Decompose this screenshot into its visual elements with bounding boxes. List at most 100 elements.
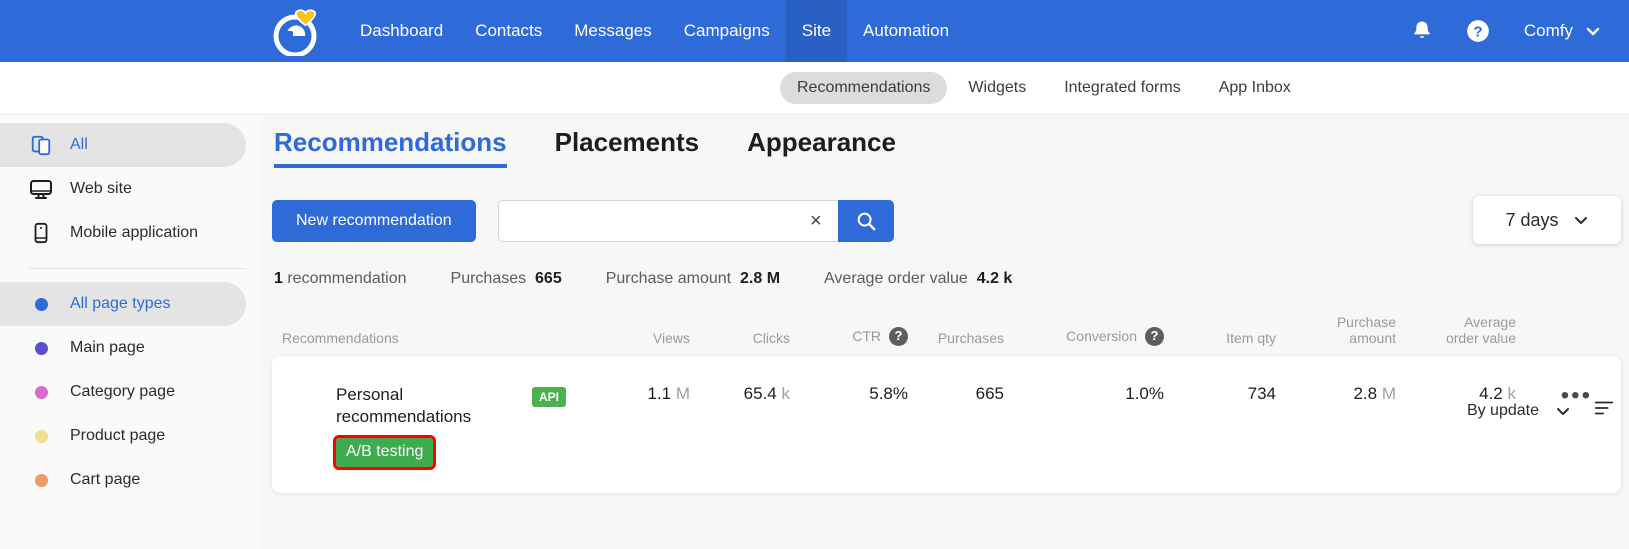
nav-link-contacts[interactable]: Contacts: [459, 0, 558, 62]
sort-by-label: By update: [1466, 401, 1539, 419]
help-icon[interactable]: ?: [1145, 327, 1164, 346]
subnav-item-app-inbox[interactable]: App Inbox: [1202, 72, 1308, 104]
column-header-purchases: Purchases: [937, 329, 1004, 346]
tab-bar: Recommendations Placements Appearance: [272, 115, 1629, 168]
new-recommendation-button[interactable]: New recommendation: [272, 200, 476, 242]
stat-purchase-amount: Purchase amount 2.8 M: [606, 270, 780, 288]
sidebar-item-label: Product page: [70, 427, 166, 444]
top-nav-right-group: ? Comfy: [1394, 0, 1629, 62]
tab-recommendations[interactable]: Recommendations: [274, 127, 507, 168]
nav-link-site[interactable]: Site: [785, 0, 848, 62]
tab-appearance[interactable]: Appearance: [747, 127, 896, 168]
row-purchase-amount-cell: 2.8 M: [1276, 382, 1396, 404]
date-range-select[interactable]: 7 days: [1473, 196, 1621, 244]
search-input[interactable]: [508, 212, 804, 230]
esputnik-logo[interactable]: [268, 6, 332, 58]
chevron-down-icon: [1574, 217, 1587, 224]
subnav-item-integrated-forms[interactable]: Integrated forms: [1047, 72, 1198, 104]
stat-label: Average order value: [824, 270, 968, 287]
tab-placements[interactable]: Placements: [555, 127, 700, 168]
toolbar: New recommendation × 7 days: [272, 168, 1629, 244]
row-name-cell: Personal recommendations A/B testing: [282, 382, 532, 470]
search-button[interactable]: [837, 200, 894, 242]
svg-text:?: ?: [1473, 23, 1482, 40]
date-range-label: 7 days: [1505, 209, 1559, 230]
tab-label: Appearance: [747, 127, 896, 157]
sidebar-item-product-page[interactable]: Product page: [0, 414, 246, 458]
views-value: 1.1: [647, 384, 672, 403]
page-type-dot-icon: [28, 385, 54, 399]
sidebar-item-web-site[interactable]: Web site: [0, 167, 246, 211]
sidebar-item-all-page-types[interactable]: All page types: [0, 282, 246, 326]
stat-purchases: Purchases 665: [451, 270, 562, 288]
stat-count-label: recommendation: [282, 270, 407, 287]
subnav-label: Widgets: [968, 79, 1027, 96]
row-ctr-cell: 5.8%: [869, 384, 908, 403]
stats-summary: 1 recommendation Purchases 665 Purchase …: [272, 242, 1629, 288]
nav-label: Site: [801, 21, 832, 40]
page-type-dot-icon: [28, 341, 54, 355]
subnav-item-recommendations[interactable]: Recommendations: [780, 72, 948, 104]
nav-link-messages[interactable]: Messages: [558, 0, 667, 62]
sidebar-item-mobile-application[interactable]: Mobile application: [0, 211, 246, 255]
stat-count-number: 1: [274, 270, 283, 287]
monitor-icon: [28, 177, 54, 201]
help-icon[interactable]: ?: [889, 327, 908, 346]
sort-controls: By update: [1467, 397, 1615, 424]
api-badge: API: [532, 387, 567, 407]
sub-navigation-bar: Recommendations Widgets Integrated forms…: [0, 62, 1629, 115]
tab-label: Placements: [554, 127, 700, 157]
close-icon[interactable]: ×: [804, 211, 828, 231]
table-header-row: Recommendations Views Clicks CTR ? Purch…: [272, 310, 1621, 356]
column-header-purchase-amount: Purchase amount: [1336, 313, 1396, 346]
row-item-qty-cell: 734: [1247, 384, 1276, 403]
user-menu[interactable]: Comfy: [1506, 0, 1629, 62]
subnav-item-widgets[interactable]: Widgets: [951, 72, 1043, 104]
nav-label: Messages: [574, 21, 652, 40]
row-purchases-cell: 665: [975, 384, 1004, 403]
row-api-badge-cell: API: [532, 382, 592, 407]
page-type-dot-icon: [28, 297, 54, 311]
column-header-recommendations: Recommendations: [282, 329, 399, 346]
sort-lines-icon[interactable]: [1593, 397, 1615, 424]
nav-link-automation[interactable]: Automation: [847, 0, 965, 62]
nav-label: Automation: [863, 21, 950, 40]
sidebar-item-label: Mobile application: [70, 224, 199, 241]
main-content: Recommendations Placements Appearance Ne…: [262, 115, 1629, 549]
column-header-conversion: Conversion ?: [1004, 327, 1164, 346]
search-field-wrapper: ×: [497, 200, 838, 242]
sidebar-item-all[interactable]: All: [0, 123, 246, 167]
nav-link-dashboard[interactable]: Dashboard: [344, 0, 459, 62]
page-type-dot-icon: [28, 429, 54, 443]
table-row[interactable]: Personal recommendations A/B testing API…: [272, 356, 1621, 493]
sidebar-item-label: Cart page: [70, 471, 141, 488]
sort-by-select[interactable]: By update: [1467, 402, 1571, 420]
help-button[interactable]: ?: [1450, 0, 1506, 62]
mobile-icon: [28, 222, 54, 244]
sidebar-item-label: All: [70, 136, 88, 153]
row-conversion-cell: 1.0%: [1125, 384, 1164, 403]
sidebar: All Web site Mobile application All page…: [0, 115, 262, 549]
copy-pages-icon: [28, 134, 54, 156]
sidebar-item-cart-page[interactable]: Cart page: [0, 458, 246, 502]
purchase-amount-value: 2.8: [1353, 384, 1378, 403]
nav-link-campaigns[interactable]: Campaigns: [668, 0, 786, 62]
sidebar-item-main-page[interactable]: Main page: [0, 326, 246, 370]
nav-label: Contacts: [475, 21, 543, 40]
stat-recommendation-count: 1 recommendation: [274, 270, 407, 288]
notifications-button[interactable]: [1394, 0, 1450, 62]
ab-testing-badge[interactable]: A/B testing: [332, 435, 437, 470]
stat-value: 665: [535, 270, 562, 287]
sidebar-item-label: Category page: [70, 383, 175, 400]
row-views-cell: 1.1 M: [592, 382, 690, 404]
page-type-dot-icon: [28, 473, 54, 487]
sidebar-item-category-page[interactable]: Category page: [0, 370, 246, 414]
stat-label: Purchases: [450, 270, 527, 287]
sidebar-item-label: Main page: [70, 339, 145, 356]
top-navigation-bar: Dashboard Contacts Messages Campaigns Si…: [0, 0, 1629, 62]
column-header-ctr: CTR ?: [790, 327, 908, 346]
tab-label: Recommendations: [274, 127, 507, 157]
sidebar-item-label: All page types: [70, 295, 171, 312]
column-header-ctr-label: CTR: [852, 328, 881, 345]
column-header-clicks: Clicks: [752, 329, 790, 346]
